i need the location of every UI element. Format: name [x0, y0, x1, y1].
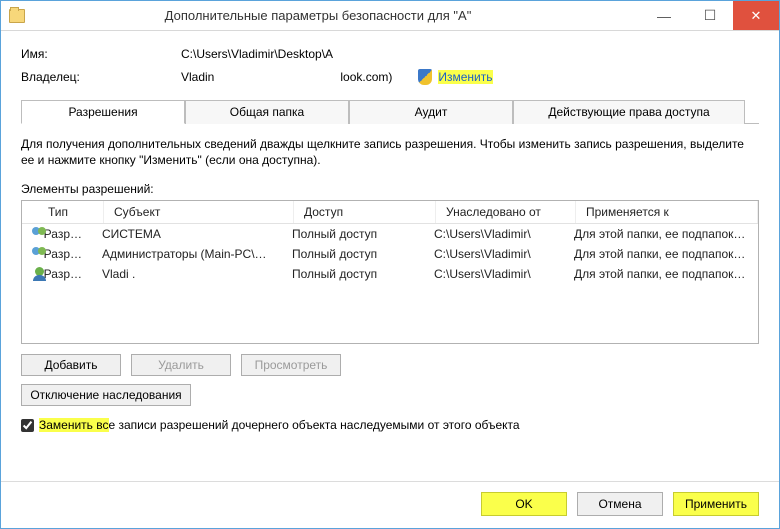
cell-applies: Для этой папки, ее подпапок …: [564, 226, 758, 242]
cell-subject: Vladi .: [92, 266, 282, 282]
cell-applies: Для этой папки, ее подпапок …: [564, 246, 758, 262]
folder-icon: [9, 9, 25, 23]
close-button[interactable]: ✕: [733, 1, 779, 30]
maximize-button[interactable]: ☐: [687, 1, 733, 30]
advanced-security-window: Дополнительные параметры безопасности дл…: [0, 0, 780, 529]
name-value: C:\Users\Vladimir\Desktop\A: [181, 47, 759, 61]
table-row[interactable]: Разр… Vladi .Полный доступC:\Users\Vladim…: [22, 264, 758, 284]
table-row[interactable]: Разр… СИСТЕМАПолный доступC:\Users\Vladim…: [22, 224, 758, 244]
principal-icon: [32, 227, 40, 241]
view-button: Просмотреть: [241, 354, 341, 376]
instructions-text: Для получения дополнительных сведений дв…: [21, 136, 759, 168]
tab-shared-folder[interactable]: Общая папка: [185, 100, 349, 124]
cell-access: Полный доступ: [282, 266, 424, 282]
add-button[interactable]: Добавить: [21, 354, 121, 376]
cell-inherited: C:\Users\Vladimir\: [424, 266, 564, 282]
change-owner-link[interactable]: Изменить: [438, 70, 492, 84]
tab-effective-access[interactable]: Действующие права доступа: [513, 100, 745, 124]
col-inherited[interactable]: Унаследовано от: [436, 201, 576, 223]
col-subject[interactable]: Субъект: [104, 201, 294, 223]
cell-type: Разр…: [44, 247, 82, 261]
table-row[interactable]: Разр… Администраторы (Main-PC\…Полный дос…: [22, 244, 758, 264]
principal-icon: [32, 247, 40, 261]
shield-icon: [418, 69, 432, 85]
list-header: Тип Субъект Доступ Унаследовано от Приме…: [22, 201, 758, 224]
col-access[interactable]: Доступ: [294, 201, 436, 223]
cell-subject: Администраторы (Main-PC\…: [92, 246, 282, 262]
name-label: Имя:: [21, 47, 181, 61]
ok-button[interactable]: OK: [481, 492, 567, 516]
tabstrip: Разрешения Общая папка Аудит Действующие…: [21, 99, 759, 124]
apply-button[interactable]: Применить: [673, 492, 759, 516]
cell-applies: Для этой папки, ее подпапок …: [564, 266, 758, 282]
replace-child-permissions-label[interactable]: Заменить все записи разрешений дочернего…: [39, 418, 520, 432]
replace-child-permissions-checkbox[interactable]: [21, 419, 34, 432]
window-title: Дополнительные параметры безопасности дл…: [35, 8, 641, 23]
disable-inheritance-button[interactable]: Отключение наследования: [21, 384, 191, 406]
col-applies[interactable]: Применяется к: [576, 201, 758, 223]
owner-account-suffix: look.com): [340, 70, 392, 84]
owner-label: Владелец:: [21, 70, 181, 84]
cell-access: Полный доступ: [282, 246, 424, 262]
col-type[interactable]: Тип: [22, 201, 104, 223]
principal-icon: [32, 267, 40, 281]
titlebar: Дополнительные параметры безопасности дл…: [1, 1, 779, 31]
tab-audit[interactable]: Аудит: [349, 100, 513, 124]
cancel-button[interactable]: Отмена: [577, 492, 663, 516]
cell-inherited: C:\Users\Vladimir\: [424, 226, 564, 242]
cell-inherited: C:\Users\Vladimir\: [424, 246, 564, 262]
cell-type: Разр…: [44, 227, 82, 241]
cell-subject: СИСТЕМА: [92, 226, 282, 242]
minimize-button[interactable]: —: [641, 1, 687, 30]
permission-entries-label: Элементы разрешений:: [21, 182, 759, 196]
dialog-footer: OK Отмена Применить: [1, 481, 779, 528]
remove-button: Удалить: [131, 354, 231, 376]
permission-list[interactable]: Тип Субъект Доступ Унаследовано от Приме…: [21, 200, 759, 344]
owner-value: Vladin: [181, 70, 214, 84]
tab-permissions[interactable]: Разрешения: [21, 100, 185, 124]
cell-type: Разр…: [44, 267, 82, 281]
cell-access: Полный доступ: [282, 226, 424, 242]
